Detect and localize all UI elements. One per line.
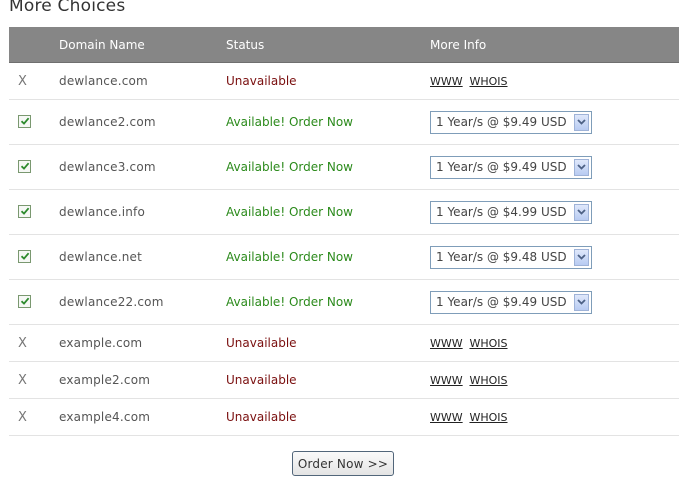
select-dropdown-button[interactable] (574, 158, 589, 176)
domain-name: example4.com (59, 410, 151, 424)
table-header: Domain Name Status More Info (9, 27, 679, 63)
status-text: Available! Order Now (226, 205, 353, 219)
more-info-cell: 1 Year/s @ $9.49 USD (430, 290, 679, 314)
row-select-cell (9, 204, 59, 220)
unavailable-x-mark: X (18, 372, 27, 388)
domain-name: dewlance3.com (59, 160, 156, 174)
checkmark-icon (20, 162, 29, 171)
registration-period-select[interactable]: 1 Year/s @ $9.49 USD (430, 290, 592, 314)
status-text: Available! Order Now (226, 250, 353, 264)
checkmark-icon (20, 252, 29, 261)
chevron-down-icon (577, 209, 586, 215)
table-row: X example4.com Unavailable WWW WHOIS (9, 399, 679, 436)
checkmark-icon (20, 207, 29, 216)
domain-results-table: Domain Name Status More Info X dewlance.… (9, 27, 679, 436)
select-value: 1 Year/s @ $9.49 USD (436, 115, 567, 129)
row-select-cell: X (9, 373, 59, 388)
header-status: Status (226, 37, 265, 52)
table-row: dewlance.net Available! Order Now 1 Year… (9, 235, 679, 280)
domain-name: dewlance22.com (59, 295, 164, 309)
row-select-cell: X (9, 74, 59, 89)
registration-period-select[interactable]: 1 Year/s @ $9.48 USD (430, 245, 592, 269)
www-link[interactable]: WWW (430, 75, 463, 88)
more-info-cell: WWW WHOIS (430, 373, 679, 387)
more-info-cell: 1 Year/s @ $9.49 USD (430, 110, 679, 134)
more-info-cell: WWW WHOIS (430, 410, 679, 424)
select-dropdown-button[interactable] (574, 248, 589, 266)
checkmark-icon (20, 297, 29, 306)
more-info-cell: 1 Year/s @ $4.99 USD (430, 200, 679, 224)
checkmark-icon (20, 117, 29, 126)
select-value: 1 Year/s @ $4.99 USD (436, 205, 567, 219)
www-link[interactable]: WWW (430, 337, 463, 350)
domain-checkbox[interactable] (18, 294, 31, 308)
domain-name: dewlance2.com (59, 115, 156, 129)
whois-link[interactable]: WHOIS (469, 75, 507, 88)
domain-name: example2.com (59, 373, 151, 387)
domain-checkbox[interactable] (18, 249, 31, 263)
table-row: dewlance2.com Available! Order Now 1 Yea… (9, 100, 679, 145)
whois-link[interactable]: WHOIS (469, 337, 507, 350)
chevron-down-icon (577, 299, 586, 305)
more-info-cell: 1 Year/s @ $9.49 USD (430, 155, 679, 179)
chevron-down-icon (577, 164, 586, 170)
status-text: Available! Order Now (226, 160, 353, 174)
registration-period-select[interactable]: 1 Year/s @ $9.49 USD (430, 155, 592, 179)
status-text: Available! Order Now (226, 295, 353, 309)
row-select-cell (9, 249, 59, 265)
whois-link[interactable]: WHOIS (469, 374, 507, 387)
select-dropdown-button[interactable] (574, 203, 589, 221)
domain-checkbox[interactable] (18, 114, 31, 128)
domain-checkbox[interactable] (18, 159, 31, 173)
row-select-cell: X (9, 410, 59, 425)
row-select-cell (9, 159, 59, 175)
table-row: dewlance.info Available! Order Now 1 Yea… (9, 190, 679, 235)
more-info-cell: 1 Year/s @ $9.48 USD (430, 245, 679, 269)
table-row: X example2.com Unavailable WWW WHOIS (9, 362, 679, 399)
status-text: Unavailable (226, 336, 297, 350)
status-text: Unavailable (226, 74, 297, 88)
www-link[interactable]: WWW (430, 374, 463, 387)
domain-name: example.com (59, 336, 143, 350)
registration-period-select[interactable]: 1 Year/s @ $9.49 USD (430, 110, 592, 134)
order-now-button[interactable]: Order Now >> (292, 451, 394, 476)
table-row: X dewlance.com Unavailable WWW WHOIS (9, 63, 679, 100)
chevron-down-icon (577, 254, 586, 260)
row-select-cell (9, 114, 59, 130)
header-more-info: More Info (430, 37, 487, 52)
status-text: Unavailable (226, 373, 297, 387)
domain-name: dewlance.net (59, 250, 142, 264)
registration-period-select[interactable]: 1 Year/s @ $4.99 USD (430, 200, 592, 224)
page-title: More Choices (9, 0, 126, 16)
table-row: dewlance3.com Available! Order Now 1 Yea… (9, 145, 679, 190)
select-value: 1 Year/s @ $9.49 USD (436, 160, 567, 174)
domain-checkbox[interactable] (18, 204, 31, 218)
more-info-cell: WWW WHOIS (430, 336, 679, 350)
status-text: Unavailable (226, 410, 297, 424)
domain-name: dewlance.com (59, 74, 148, 88)
table-row: dewlance22.com Available! Order Now 1 Ye… (9, 280, 679, 325)
header-domain-name: Domain Name (59, 37, 145, 52)
more-info-cell: WWW WHOIS (430, 74, 679, 88)
domain-name: dewlance.info (59, 205, 146, 219)
chevron-down-icon (577, 119, 586, 125)
unavailable-x-mark: X (18, 409, 27, 425)
status-text: Available! Order Now (226, 115, 353, 129)
whois-link[interactable]: WHOIS (469, 411, 507, 424)
select-value: 1 Year/s @ $9.49 USD (436, 295, 567, 309)
select-value: 1 Year/s @ $9.48 USD (436, 250, 567, 264)
row-select-cell: X (9, 336, 59, 351)
table-row: X example.com Unavailable WWW WHOIS (9, 325, 679, 362)
unavailable-x-mark: X (18, 73, 27, 89)
unavailable-x-mark: X (18, 335, 27, 351)
select-dropdown-button[interactable] (574, 293, 589, 311)
row-select-cell (9, 294, 59, 310)
select-dropdown-button[interactable] (574, 113, 589, 131)
www-link[interactable]: WWW (430, 411, 463, 424)
